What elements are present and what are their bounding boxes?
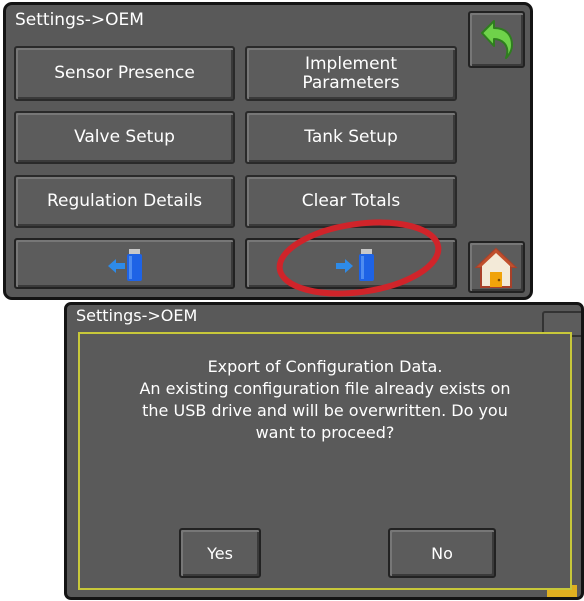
tank-setup-button[interactable]: Tank Setup: [245, 111, 457, 164]
usb-import-icon: [108, 249, 142, 281]
tank-setup-label: Tank Setup: [304, 127, 398, 147]
dialog-message-line-3: the USB drive and will be overwritten. D…: [142, 401, 508, 420]
clear-totals-button[interactable]: Clear Totals: [245, 175, 457, 228]
implement-parameters-label-line1: Implement: [304, 53, 397, 74]
sensor-presence-button[interactable]: Sensor Presence: [14, 46, 235, 101]
export-confirmation-screen: Settings->OEM Export of Configuration Da…: [64, 302, 584, 600]
home-icon: [474, 247, 518, 288]
valve-setup-button[interactable]: Valve Setup: [14, 111, 235, 164]
page-title: Settings->OEM: [15, 10, 144, 30]
usb-import-button[interactable]: [14, 238, 235, 289]
back-arrow-icon: [481, 20, 513, 59]
oem-settings-screen: Settings->OEM Sensor Presence Implement …: [3, 2, 533, 300]
regulation-details-button[interactable]: Regulation Details: [14, 175, 235, 228]
clear-totals-label: Clear Totals: [301, 191, 401, 211]
export-confirmation-dialog: Export of Configuration Data. An existin…: [78, 332, 572, 590]
no-label: No: [431, 543, 453, 563]
usb-export-icon: [336, 249, 374, 281]
dialog-message-line-4: want to proceed?: [255, 423, 395, 442]
no-button[interactable]: No: [388, 528, 496, 578]
dialog-message-line-2: An existing configuration file already e…: [139, 379, 511, 398]
dialog-message-line-1: Export of Configuration Data.: [207, 357, 443, 376]
home-button[interactable]: [468, 241, 525, 293]
implement-parameters-label-line2: Parameters: [302, 72, 400, 93]
regulation-details-label: Regulation Details: [46, 191, 203, 211]
page-title-faded: Settings->OEM: [76, 306, 198, 325]
implement-parameters-button[interactable]: Implement Parameters: [245, 46, 457, 101]
usb-export-button[interactable]: [245, 238, 457, 289]
yes-label: Yes: [207, 543, 233, 563]
valve-setup-label: Valve Setup: [74, 127, 175, 147]
sensor-presence-label: Sensor Presence: [54, 63, 195, 83]
yes-button[interactable]: Yes: [179, 528, 261, 578]
back-button[interactable]: [468, 11, 525, 68]
dialog-message: Export of Configuration Data. An existin…: [80, 356, 570, 444]
